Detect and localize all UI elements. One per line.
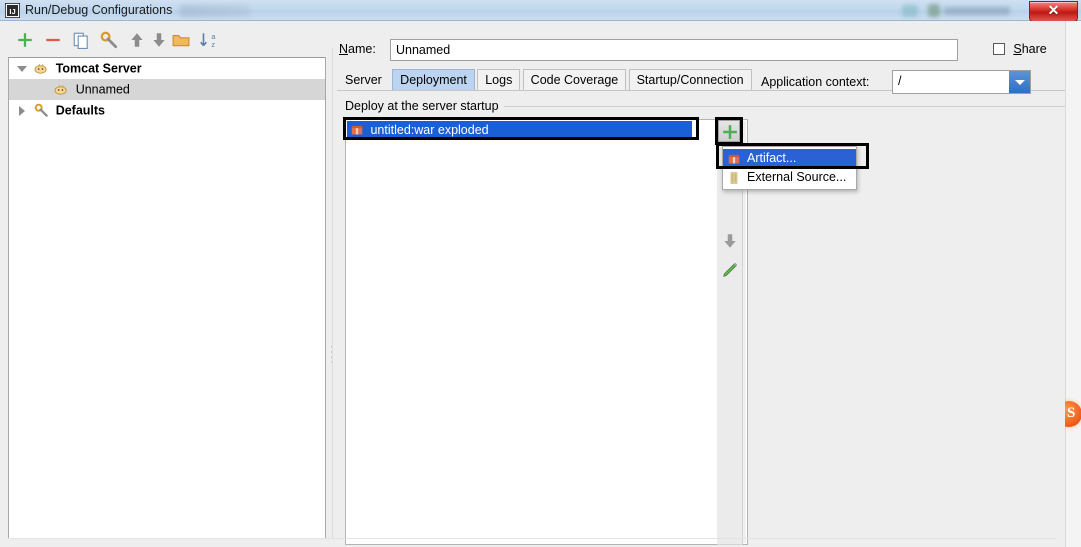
tab-label: Startup/Connection: [636, 73, 744, 87]
chevron-down-icon[interactable]: [17, 64, 27, 74]
deployment-item-label: untitled:war exploded: [370, 123, 489, 137]
dialog-bottom-divider: [8, 538, 1056, 539]
share-checkbox[interactable]: Share: [993, 41, 1047, 56]
external-source-icon: [730, 172, 738, 184]
checkbox-box[interactable]: [993, 42, 1005, 55]
tree-item-label: Defaults: [55, 103, 106, 118]
deployment-list-item[interactable]: untitled:war exploded: [347, 121, 692, 140]
popup-item-artifact[interactable]: Artifact...: [723, 149, 856, 168]
remove-configuration-button[interactable]: [44, 31, 62, 49]
svg-text:z: z: [211, 40, 215, 49]
create-folder-button[interactable]: [172, 31, 190, 49]
configurations-toolbar: a z: [8, 27, 326, 53]
splitter-divider: [332, 48, 333, 539]
artifact-icon: [728, 154, 740, 164]
wrench-icon: [35, 104, 49, 118]
chevron-right-icon[interactable]: [17, 105, 27, 116]
window-title: Run/Debug Configurations: [25, 3, 173, 17]
popup-item-external-source[interactable]: External Source...: [723, 168, 856, 187]
title-watermark-blur: [180, 5, 250, 17]
deploy-section-label: Deploy at the server startup: [345, 99, 504, 113]
tab-deployment[interactable]: Deployment: [392, 69, 475, 90]
add-deployment-popup-menu[interactable]: Artifact... External Source...: [722, 146, 857, 190]
chevron-down-icon[interactable]: [1009, 71, 1030, 93]
artifact-icon: [351, 125, 363, 135]
window-vertical-scrollbar[interactable]: [1065, 21, 1081, 547]
tab-startup-connection[interactable]: Startup/Connection: [628, 69, 752, 90]
move-up-button[interactable]: [128, 31, 146, 49]
application-context-label: Application context:: [761, 75, 870, 89]
floating-app-icon[interactable]: S: [1065, 395, 1081, 433]
deployment-list[interactable]: untitled:war exploded: [345, 119, 748, 545]
copy-configuration-button[interactable]: [72, 31, 90, 49]
edit-button[interactable]: [721, 261, 739, 279]
application-context-value: /: [898, 74, 902, 88]
svg-text:IJ: IJ: [9, 7, 15, 16]
tomcat-icon: [34, 64, 47, 74]
tab-logs[interactable]: Logs: [477, 69, 521, 90]
tab-label: Code Coverage: [530, 73, 619, 87]
add-configuration-button[interactable]: [16, 31, 34, 49]
name-input[interactable]: [390, 39, 958, 61]
sort-configurations-button[interactable]: a z: [199, 31, 217, 49]
move-down-button[interactable]: [721, 232, 739, 250]
run-debug-configurations-dialog: a z Tomcat Server Unnamed Defaults Name:…: [0, 21, 1081, 547]
intellij-idea-icon: IJ: [5, 3, 20, 18]
tab-label: Logs: [485, 73, 513, 87]
tree-item-label: Unnamed: [75, 82, 130, 97]
popup-item-label: Artifact...: [747, 151, 797, 165]
tree-item-unnamed[interactable]: Unnamed: [9, 79, 325, 100]
tree-item-tomcat-server[interactable]: Tomcat Server: [9, 58, 325, 79]
add-artifact-button[interactable]: [715, 117, 743, 145]
popup-item-label: External Source...: [747, 170, 847, 184]
close-icon: ✕: [1047, 2, 1060, 18]
window-titlebar: IJ Run/Debug Configurations ✕: [0, 0, 1081, 22]
tab-code-coverage[interactable]: Code Coverage: [522, 69, 627, 90]
configuration-tabs: Server Deployment Logs Code Coverage Sta…: [338, 69, 752, 91]
close-window-button[interactable]: ✕: [1029, 1, 1078, 22]
name-label: Name:: [339, 42, 376, 56]
application-context-combobox[interactable]: /: [892, 70, 1031, 94]
share-label: Share: [1013, 41, 1047, 56]
configurations-left-panel: a z Tomcat Server Unnamed Defaults: [8, 27, 326, 539]
titlebar-watermark-right: [900, 3, 1020, 19]
tree-item-label: Tomcat Server: [55, 61, 142, 76]
plus-icon: [723, 125, 737, 139]
configurations-tree[interactable]: Tomcat Server Unnamed Defaults: [8, 57, 326, 539]
tomcat-icon: [54, 85, 67, 95]
move-down-button[interactable]: [150, 31, 168, 49]
tree-item-defaults[interactable]: Defaults: [9, 100, 325, 121]
edit-templates-button[interactable]: [100, 31, 118, 49]
tab-label: Server: [345, 73, 382, 87]
tab-label: Deployment: [400, 73, 467, 87]
tab-server[interactable]: Server: [338, 69, 390, 90]
configuration-editor-panel: Name: Share Server Deployment Logs Code …: [337, 27, 1073, 545]
